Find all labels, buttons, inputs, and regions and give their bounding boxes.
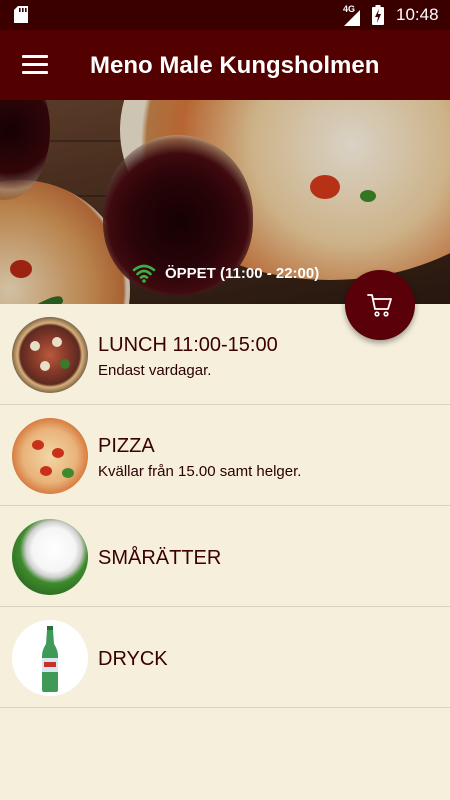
- page-title: Meno Male Kungsholmen: [90, 52, 380, 79]
- wifi-icon: [132, 264, 156, 283]
- category-title: SMÅRÄTTER: [98, 547, 222, 569]
- lunch-thumbnail: [12, 317, 88, 393]
- menu-category-list: LUNCH 11:00-15:00 Endast vardagar. PIZZA…: [0, 304, 450, 708]
- drink-thumbnail: [12, 620, 88, 696]
- menu-category-pizza[interactable]: PIZZA Kvällar från 15.00 samt helger.: [0, 405, 450, 506]
- battery-charging-icon: [372, 5, 384, 25]
- open-status-text: ÖPPET (11:00 - 22:00): [165, 264, 320, 282]
- category-subtitle: Endast vardagar.: [98, 362, 212, 379]
- menu-category-smaratter[interactable]: SMÅRÄTTER: [0, 506, 450, 607]
- app-bar: Meno Male Kungsholmen: [0, 30, 450, 100]
- menu-category-lunch[interactable]: LUNCH 11:00-15:00 Endast vardagar.: [0, 304, 450, 405]
- status-bar: 4G 10:48: [0, 0, 450, 30]
- mozzarella-thumbnail: [12, 519, 88, 595]
- hamburger-menu-icon[interactable]: [22, 55, 48, 75]
- signal-icon: [344, 10, 360, 26]
- sd-card-icon: [14, 6, 28, 23]
- category-subtitle: Kvällar från 15.00 samt helger.: [98, 463, 302, 480]
- category-title: PIZZA: [98, 435, 155, 457]
- bottle-icon: [42, 626, 58, 692]
- category-title: LUNCH 11:00-15:00: [98, 334, 278, 356]
- pizza-thumbnail: [12, 418, 88, 494]
- open-status: ÖPPET (11:00 - 22:00): [132, 262, 319, 284]
- category-title: DRYCK: [98, 648, 168, 670]
- menu-category-dryck[interactable]: DRYCK: [0, 607, 450, 708]
- clock: 10:48: [396, 5, 439, 24]
